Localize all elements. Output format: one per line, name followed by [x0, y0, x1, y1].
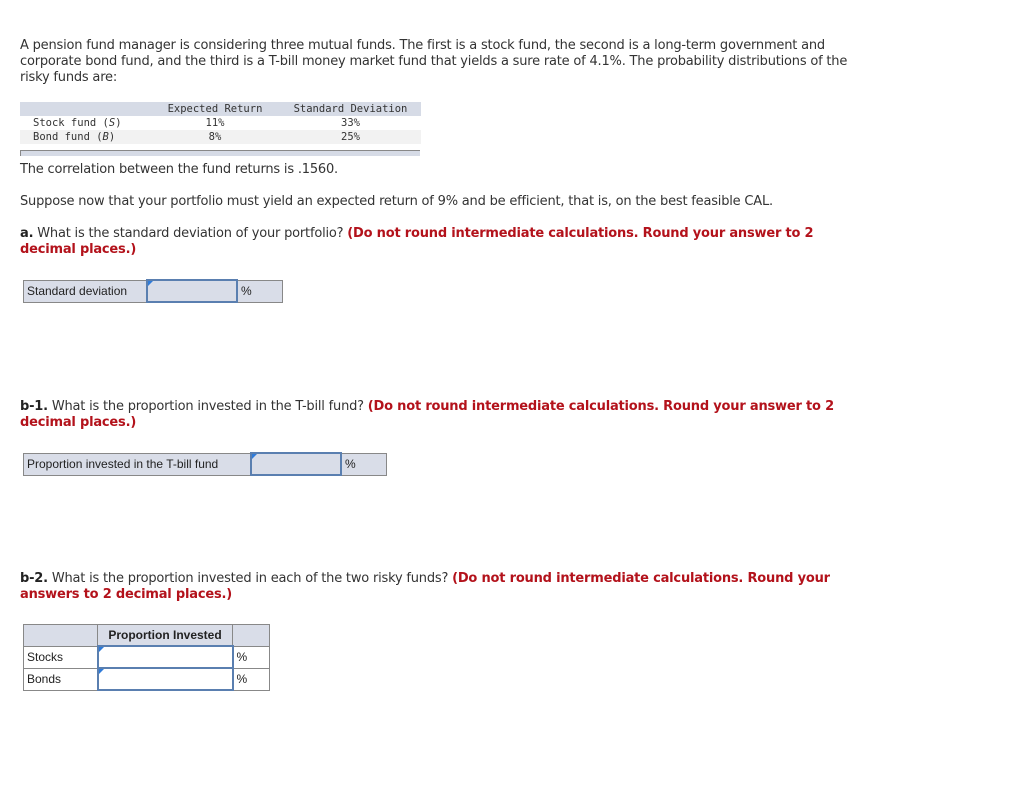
row-label: Standard deviation — [23, 279, 148, 303]
question-b1: b-1. What is the proportion invested in … — [20, 399, 850, 431]
table-footer-bar — [20, 150, 420, 156]
question-label: a. — [20, 226, 34, 241]
header-expected-return: Expected Return — [150, 102, 280, 116]
standard-deviation-input[interactable] — [148, 281, 236, 301]
suppose-text: Suppose now that your portfolio must yie… — [20, 194, 773, 209]
question-text: What is the proportion invested in each … — [47, 571, 453, 586]
question-label: b-1. — [20, 399, 48, 414]
answer-row: Proportion invested in the T-bill fund % — [23, 452, 387, 476]
header-unit-blank — [232, 624, 270, 647]
fund-name: Stock fund (S) — [20, 116, 150, 130]
unit-label: % — [232, 667, 270, 691]
question-b2: b-2. What is the proportion invested in … — [20, 571, 870, 603]
question-a: a. What is the standard deviation of you… — [20, 226, 840, 258]
problem-intro: A pension fund manager is considering th… — [20, 38, 848, 85]
tbill-proportion-answer-table: Proportion invested in the T-bill fund % — [23, 452, 387, 476]
standard-deviation-cell — [146, 279, 238, 303]
input-flag-icon — [98, 647, 104, 652]
question-label: b-2. — [20, 571, 48, 586]
tbill-proportion-input[interactable] — [252, 454, 340, 474]
answer-row: Standard deviation % — [23, 279, 283, 303]
header-proportion-invested: Proportion Invested — [97, 624, 233, 647]
bonds-proportion-input[interactable] — [98, 669, 232, 689]
input-flag-icon — [98, 669, 104, 674]
row-label-stocks: Stocks — [23, 645, 98, 669]
header-standard-deviation: Standard Deviation — [280, 102, 421, 116]
fund-name-end: ) — [108, 131, 116, 143]
std-dev-value: 33% — [280, 116, 421, 130]
table-row: Bond fund (B) 8% 25% — [20, 130, 421, 144]
table-row: Bonds % — [23, 667, 270, 691]
row-label: Proportion invested in the T-bill fund — [23, 452, 252, 476]
input-flag-icon — [252, 454, 257, 459]
stocks-proportion-input[interactable] — [98, 647, 232, 667]
unit-label: % — [236, 279, 283, 303]
question-text: What is the standard deviation of your p… — [33, 226, 348, 241]
bonds-proportion-cell — [96, 667, 234, 691]
input-flag-icon — [148, 281, 153, 286]
fund-name-text: Bond fund ( — [33, 131, 103, 143]
table-row: Stocks % — [23, 645, 270, 669]
header-blank — [20, 102, 150, 116]
table-header-row: Proportion Invested — [23, 624, 270, 647]
tbill-proportion-cell — [250, 452, 342, 476]
stocks-proportion-cell — [96, 645, 234, 669]
header-blank — [23, 624, 98, 647]
question-text: What is the proportion invested in the T… — [47, 399, 368, 414]
fund-name-text: Stock fund ( — [33, 117, 109, 129]
expected-return-value: 11% — [150, 116, 280, 130]
expected-return-value: 8% — [150, 130, 280, 144]
fund-distribution-table: Expected Return Standard Deviation Stock… — [20, 102, 421, 144]
unit-label: % — [232, 645, 270, 669]
std-dev-value: 25% — [280, 130, 421, 144]
fund-name-end: ) — [115, 117, 122, 129]
row-label-bonds: Bonds — [23, 667, 98, 691]
table-row: Stock fund (S) 11% 33% — [20, 116, 421, 130]
fund-name: Bond fund (B) — [20, 130, 150, 144]
unit-label: % — [340, 452, 387, 476]
risky-funds-proportion-table: Proportion Invested Stocks % Bonds % — [23, 624, 270, 691]
fund-table-header: Expected Return Standard Deviation — [20, 102, 421, 116]
correlation-text: The correlation between the fund returns… — [20, 162, 338, 177]
standard-deviation-answer-table: Standard deviation % — [23, 279, 283, 303]
